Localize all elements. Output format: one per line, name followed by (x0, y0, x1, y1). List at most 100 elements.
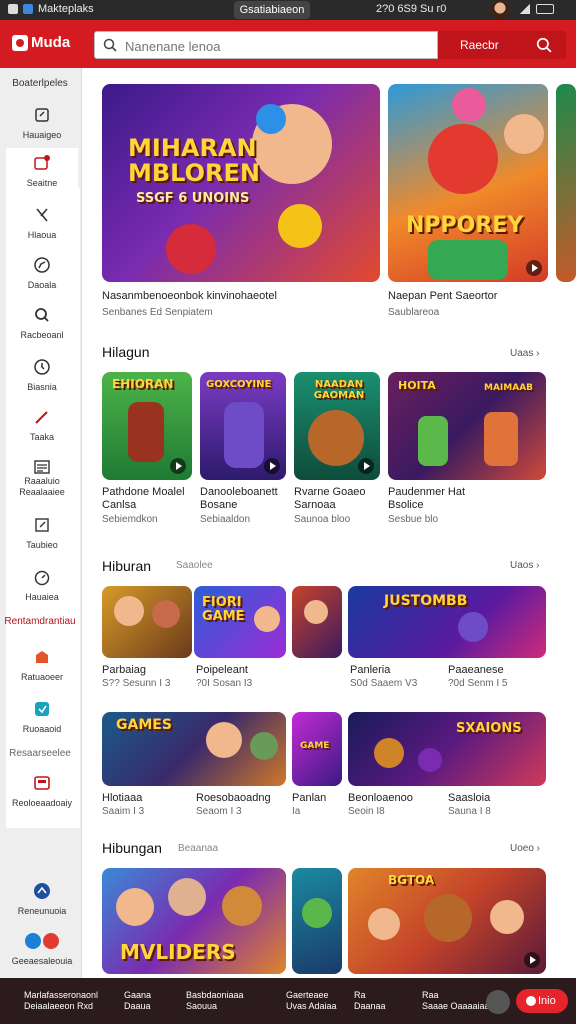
game-title[interactable]: Rvarne Goaeo Sarnoaa (294, 486, 384, 512)
character-art (374, 738, 404, 768)
info-button[interactable]: Inio (516, 989, 568, 1013)
character-art (490, 900, 524, 934)
list-icon (34, 460, 50, 474)
game-title[interactable]: Parbaiag (102, 664, 146, 677)
ball-art (166, 224, 216, 274)
character-art (152, 600, 180, 628)
footer-item[interactable]: Ra Daanaa (354, 990, 386, 1012)
sidebar-item-reneunuoia[interactable]: Reneunuoia (6, 876, 78, 924)
sidebar-item-raaaluio[interactable]: Raaaluio Reaalaaiee (6, 452, 78, 500)
game-card[interactable]: FIORI GAME (194, 586, 286, 658)
game-card[interactable]: BGTOA (348, 868, 546, 974)
game-card[interactable]: GAMES (102, 712, 286, 786)
featured-title[interactable]: Nasanmbenoeonbok kinvinohaeotel (102, 290, 382, 303)
battery-icon (536, 4, 554, 14)
see-all-link[interactable]: Uaas › (510, 348, 539, 359)
sidebar-item-label: Hlaoua (27, 230, 57, 240)
see-all-link[interactable]: Uaos › (510, 560, 539, 571)
character-art (222, 886, 262, 926)
footer-item[interactable]: Basbdaoniaaa Saouua (186, 990, 244, 1012)
game-card[interactable] (292, 868, 342, 974)
sidebar-item-daoala[interactable]: Daoala (6, 250, 78, 298)
game-art-title: HOITA (398, 379, 436, 392)
game-title[interactable]: Roesobaoadng (196, 792, 271, 805)
sidebar-item-reoloeaadoaiy[interactable]: Reoloeaadoaiy (6, 768, 78, 816)
featured-card-partial[interactable] (556, 84, 576, 282)
sidebar-item-hauaigeo[interactable]: Hauaigeo (6, 100, 78, 148)
game-title[interactable]: Danooleboanett Bosane (200, 486, 290, 512)
bottom-bar: Marlafasseronaonl Deiaalaeeon Rxd Gaana … (0, 978, 576, 1024)
settings-icon[interactable] (486, 990, 510, 1014)
character-art (418, 416, 448, 466)
sidebar-item-hlaoua[interactable]: Hlaoua (6, 200, 78, 248)
avatar[interactable] (490, 0, 510, 20)
game-card[interactable]: EHIORAN (102, 372, 192, 480)
game-title[interactable]: Pathdone Moalel Canlsa (102, 486, 194, 512)
footer-item[interactable]: Gaana Daaua (124, 990, 151, 1012)
brand-name: Muda (31, 34, 71, 51)
footer-item[interactable]: Gaerteaee Uvas Adaiaa (286, 990, 337, 1012)
game-title[interactable]: Saasloia (448, 792, 490, 805)
game-card[interactable]: GOXCOYINE (200, 372, 286, 480)
featured-card[interactable]: MIHARAN MBLOREN SSGF 6 UNOINS (102, 84, 380, 282)
sidebar-item-ratuaoeer[interactable]: Ratuaoeer (6, 642, 78, 690)
sidebar-item-geeaesaleouia[interactable]: Geeaesaleouia (6, 926, 78, 974)
game-title[interactable]: Panleria (350, 664, 390, 677)
sidebar-item-ruoaaoid[interactable]: Ruoaaoid (6, 694, 78, 742)
game-card[interactable] (102, 586, 192, 658)
app-name: Makteplaks (38, 3, 94, 15)
brand-logo[interactable]: Muda (12, 34, 70, 51)
sidebar-item-hauaiea[interactable]: Hauaiea (6, 562, 78, 610)
sidebar-category: Rentamdrantiau (4, 616, 76, 627)
footer-item-sublabel: Daanaa (354, 1001, 386, 1011)
play-icon[interactable] (170, 458, 186, 474)
game-card[interactable]: SXAIONS (348, 712, 546, 786)
game-title[interactable]: Poipeleant (196, 664, 248, 677)
ball-art (256, 104, 286, 134)
sidebar-item-label: Taubieo (26, 540, 58, 550)
footer-item[interactable]: Raa Saaae Oaaaaiaa (422, 990, 490, 1012)
game-title[interactable]: Beonloaenoo (348, 792, 413, 805)
sidebar-item-label: Daoala (27, 280, 57, 290)
game-card[interactable]: NAADAN GAOMAN (294, 372, 380, 480)
game-card[interactable]: MVLIDERS (102, 868, 286, 974)
game-card[interactable]: GAME (292, 712, 342, 786)
sidebar-item-seaitne[interactable]: Seaitne (6, 148, 78, 196)
game-title[interactable]: Hlotiaaa (102, 792, 142, 805)
featured-card[interactable]: NPPOREY (388, 84, 548, 282)
sidebar-item-biasnia[interactable]: Biasnia (6, 352, 78, 400)
sidebar-item-racbeoanl[interactable]: Racbeoanl (6, 300, 78, 348)
play-icon[interactable] (524, 952, 540, 968)
game-title[interactable]: Paudenmer Hat Bsolice (388, 486, 478, 512)
play-icon[interactable] (358, 458, 374, 474)
search-box[interactable] (94, 31, 438, 59)
balloon-art (452, 88, 486, 122)
search-input[interactable] (125, 36, 425, 56)
character-art (128, 402, 164, 462)
sidebar-item-taubieo[interactable]: Taubieo (6, 510, 78, 558)
footer-item-sublabel: Deiaalaeeon Rxd (24, 1001, 94, 1011)
character-art (424, 894, 472, 942)
search-button[interactable]: Raecbr (438, 31, 566, 59)
game-art-title: NAADAN GAOMAN (313, 379, 365, 401)
game-art-title: FIORI GAME (202, 595, 245, 624)
featured-art-title: MIHARAN MBLOREN (128, 134, 260, 188)
footer-item-label: Basbdaoniaaa (186, 990, 244, 1000)
ball-art (278, 204, 322, 248)
character-art (504, 114, 544, 154)
featured-title[interactable]: Naepan Pent Saeortor (388, 290, 558, 303)
play-icon[interactable] (526, 260, 542, 276)
wand-icon (35, 411, 48, 424)
see-all-link[interactable]: Uoeo › (510, 843, 540, 854)
sidebar-item-taaka[interactable]: Taaka (6, 402, 78, 450)
main-content: MIHARAN MBLOREN SSGF 6 UNOINS Nasanmbeno… (82, 68, 576, 978)
sidebar-category: Resaarseelee (9, 748, 71, 759)
game-card[interactable] (292, 586, 342, 658)
game-title[interactable]: Paaeanese (448, 664, 504, 677)
game-card[interactable]: JUSTOMBB (348, 586, 546, 658)
game-title[interactable]: Panlan (292, 792, 326, 805)
game-card[interactable]: HOITA MAIMAAB (388, 372, 546, 480)
status-pill[interactable]: Gsatiabiaeon (234, 1, 310, 19)
footer-item[interactable]: Marlafasseronaonl Deiaalaeeon Rxd (24, 990, 98, 1012)
play-icon[interactable] (264, 458, 280, 474)
